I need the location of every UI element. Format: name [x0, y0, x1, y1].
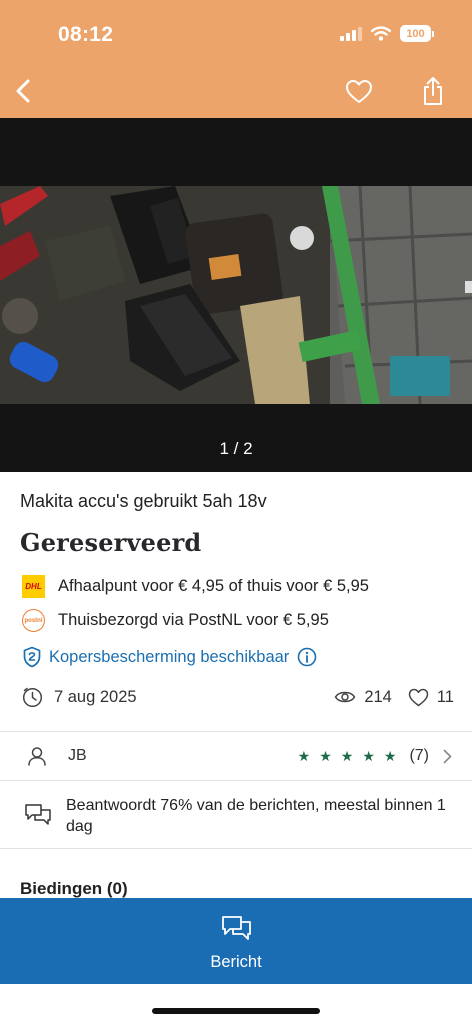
clock-icon [22, 687, 43, 707]
share-icon [424, 77, 442, 105]
top-bar: 08:12 100 [0, 0, 472, 118]
buyer-protection-label: Kopersbescherming beschikbaar [49, 647, 290, 666]
status-icons: 100 [340, 25, 434, 42]
response-text: Beantwoordt 76% van de berichten, meesta… [66, 797, 446, 835]
heart-icon [408, 688, 429, 706]
shipping-option-dhl: DHL Afhaalpunt voor € 4,95 of thuis voor… [22, 575, 369, 598]
divider [0, 848, 472, 849]
batteries-photo [0, 186, 472, 404]
listing-status: Gereserveerd [20, 528, 202, 557]
photo-counter: 1 / 2 [219, 439, 253, 458]
battery-indicator: 100 [400, 25, 434, 42]
listing-photo[interactable] [0, 186, 472, 404]
wifi-icon [371, 26, 391, 41]
dhl-logo: DHL [22, 575, 45, 598]
shipping-text: Afhaalpunt voor € 4,95 of thuis voor € 5… [58, 577, 369, 595]
message-label: Bericht [210, 952, 262, 971]
share-button[interactable] [418, 72, 448, 110]
chat-bubbles-icon [24, 802, 52, 833]
cellular-signal-icon [340, 26, 362, 41]
eye-icon [334, 691, 356, 703]
home-indicator[interactable] [152, 1008, 320, 1014]
star-icon: ★ [319, 748, 332, 764]
shipping-text: Thuisbezorgd via PostNL voor € 5,95 [58, 611, 329, 629]
message-button[interactable]: Bericht [0, 898, 472, 984]
heart-icon [346, 79, 372, 103]
seller-name: JB [68, 747, 87, 764]
info-icon[interactable] [297, 647, 317, 667]
star-icon: ★ [340, 748, 354, 764]
chevron-right-icon [443, 749, 452, 764]
shipping-option-postnl: postnl Thuisbezorgd via PostNL voor € 5,… [22, 609, 329, 632]
shield-icon [23, 646, 41, 668]
favorite-count: 11 [436, 687, 454, 706]
back-button[interactable] [8, 74, 38, 108]
favorite-button[interactable] [342, 74, 376, 108]
status-time: 08:12 [58, 23, 114, 46]
seller-rating: ★ ★ ★ ★ ★ (7) [298, 747, 429, 765]
star-icon: ★ [362, 748, 375, 764]
photo-gallery[interactable]: 1 / 2 [0, 118, 472, 472]
view-count: 214 [364, 687, 392, 706]
user-icon [27, 746, 47, 766]
star-icon: ★ [383, 748, 397, 764]
rating-count: (7) [409, 747, 429, 764]
postnl-logo: postnl [22, 609, 45, 632]
response-rate: Beantwoordt 76% van de berichten, meesta… [0, 790, 472, 846]
listing-meta: 7 aug 2025 214 11 [22, 684, 454, 710]
buyer-protection[interactable]: Kopersbescherming beschikbaar [22, 646, 317, 668]
listing-title: Makita accu's gebruikt 5ah 18v [20, 491, 267, 511]
listing-date: 7 aug 2025 [54, 687, 137, 706]
battery-level: 100 [400, 25, 431, 42]
seller-row[interactable]: JB ★ ★ ★ ★ ★ (7) [0, 732, 472, 780]
star-icon: ★ [297, 748, 311, 764]
bids-title: Biedingen (0) [20, 879, 128, 898]
chevron-left-icon [16, 79, 30, 103]
chat-icon [220, 913, 252, 948]
divider [0, 780, 472, 781]
